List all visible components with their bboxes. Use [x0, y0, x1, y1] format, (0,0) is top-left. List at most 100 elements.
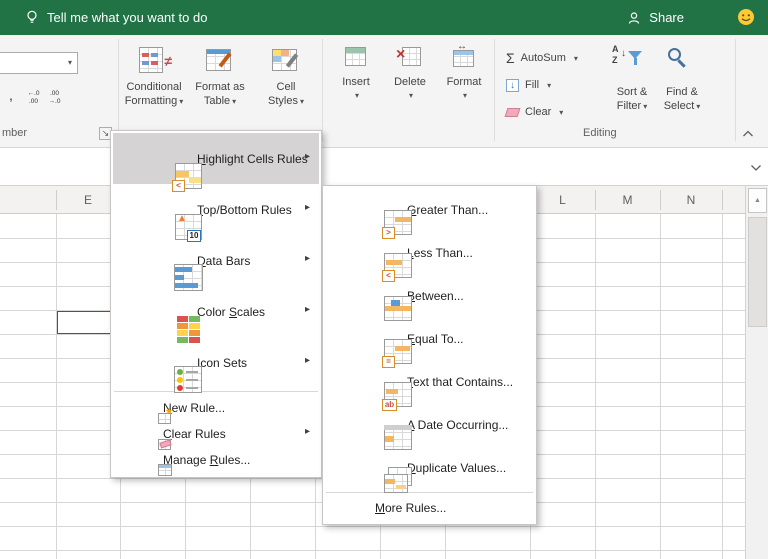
column-header-l[interactable]: L	[530, 186, 595, 214]
chevron-down-icon: ▾	[179, 97, 184, 106]
scroll-up-button[interactable]: ▲	[748, 188, 767, 213]
menu-item-highlight-cells-rules[interactable]: < Highlight Cells Rules ▸	[113, 133, 319, 192]
share-icon	[629, 12, 640, 24]
chevron-down-icon: ▾	[354, 91, 359, 100]
menu-item-label: Color Scales	[197, 304, 266, 319]
group-divider	[322, 39, 323, 141]
gridline	[722, 214, 723, 559]
gridline	[0, 526, 745, 527]
chevron-down-icon: ▾	[696, 102, 701, 111]
menu-item-manage-rules[interactable]: Manage Rules...	[113, 447, 319, 476]
chevron-down-icon: ▾	[299, 97, 304, 106]
number-group-label: mber	[2, 127, 28, 139]
chevron-up-icon	[743, 130, 753, 137]
group-divider	[118, 39, 119, 141]
format-cells-button[interactable]: ↔ Format ▾	[437, 41, 491, 102]
submenu-arrow-icon: ▸	[304, 252, 310, 264]
increase-decimal-button[interactable]: ←.0 .00	[24, 86, 43, 110]
autosum-button[interactable]: Σ AutoSum ▾	[506, 46, 578, 70]
vertical-scrollbar[interactable]: ▲	[745, 186, 768, 559]
smiley-feedback-icon[interactable]	[737, 8, 755, 26]
insert-cells-button[interactable]: Insert ▾	[329, 42, 383, 102]
submenu-item-equal-to[interactable]: = Equal To...	[325, 317, 534, 368]
chevron-down-icon: ▾	[462, 91, 467, 100]
menu-item-label: More Rules...	[375, 501, 447, 515]
cell-styles-icon	[270, 44, 302, 76]
number-format-combo[interactable]: ▾	[0, 52, 78, 74]
gridline	[660, 214, 661, 559]
submenu-item-a-date-occurring[interactable]: A Date Occurring...	[325, 403, 534, 450]
group-divider	[735, 39, 736, 141]
eraser-icon	[504, 107, 521, 117]
duplicate-values-icon	[383, 465, 415, 497]
submenu-item-greater-than[interactable]: > Greater Than...	[325, 188, 534, 239]
icon-sets-icon	[173, 364, 205, 396]
menu-item-label: Greater Than...	[407, 202, 489, 217]
format-as-table-icon	[204, 44, 236, 76]
submenu-arrow-icon: ▸	[304, 426, 310, 437]
chevron-down-icon: ▾	[573, 53, 578, 63]
titlebar: Tell me what you want to do Share	[0, 0, 768, 35]
submenu-item-between[interactable]: Between...	[325, 274, 534, 321]
menu-separator	[114, 391, 318, 392]
submenu-item-duplicate-values[interactable]: Duplicate Values...	[325, 446, 534, 493]
fill-button[interactable]: ↓ Fill ▾	[506, 73, 551, 97]
manage-rules-icon	[157, 461, 173, 477]
chevron-down-icon: ▾	[67, 58, 72, 67]
submenu-item-text-that-contains[interactable]: ab Text that Contains...	[325, 360, 534, 411]
menu-item-label: Manage Rules...	[163, 453, 251, 467]
chevron-down-icon	[751, 165, 761, 171]
conditional-formatting-icon: ≠	[138, 44, 172, 76]
clear-button[interactable]: Clear ▾	[504, 100, 564, 124]
menu-item-label: Between...	[407, 288, 464, 303]
highlight-cells-rules-submenu: > Greater Than... < Less Than... Between…	[322, 185, 537, 525]
cell-styles-button[interactable]: Cell Styles ▾	[254, 38, 318, 144]
column-header-m[interactable]: M	[595, 186, 660, 214]
find-select-icon	[666, 46, 692, 74]
scrollbar-thumb[interactable]	[748, 217, 767, 327]
menu-item-label: Less Than...	[407, 245, 473, 260]
menu-item-icon-sets[interactable]: Icon Sets ▸	[113, 337, 319, 393]
insert-cells-icon	[343, 44, 369, 70]
column-header-separator	[722, 190, 723, 210]
tell-me-box[interactable]: Tell me what you want to do	[47, 0, 207, 35]
find-select-button[interactable]: Find & Select ▾	[650, 85, 714, 114]
formula-bar-expand-button[interactable]	[750, 161, 762, 171]
column-header-separator	[660, 190, 661, 210]
format-as-table-button[interactable]: Format as Table ▾	[188, 38, 252, 144]
conditional-formatting-menu: < Highlight Cells Rules ▸ ▲ 10 Top/Botto…	[110, 130, 322, 478]
group-divider	[494, 39, 495, 141]
menu-item-data-bars[interactable]: Data Bars ▸	[113, 235, 319, 291]
chevron-down-icon: ▾	[408, 91, 413, 100]
menu-item-label: Highlight Cells Rules	[197, 151, 308, 166]
menu-item-clear-rules[interactable]: Clear Rules ▸	[113, 421, 319, 450]
editing-group-label: Editing	[583, 127, 617, 139]
submenu-arrow-icon: ▸	[304, 303, 310, 315]
share-label: Share	[649, 10, 684, 25]
submenu-item-less-than[interactable]: < Less Than...	[325, 231, 534, 282]
menu-item-color-scales[interactable]: Color Scales ▸	[113, 286, 319, 343]
column-header-separator	[56, 190, 57, 210]
decrease-decimal-button[interactable]: .00 →.0	[45, 86, 64, 110]
gridline	[56, 214, 57, 559]
share-button[interactable]: Share	[628, 0, 684, 35]
fill-down-icon: ↓	[506, 78, 519, 92]
menu-item-label: Equal To...	[407, 331, 464, 346]
delete-cells-button[interactable]: × Delete ▾	[383, 42, 437, 102]
menu-item-label: Top/Bottom Rules	[197, 202, 292, 217]
menu-separator	[326, 492, 533, 493]
menu-item-top-bottom-rules[interactable]: ▲ 10 Top/Bottom Rules ▸	[113, 184, 319, 242]
column-header-n[interactable]: N	[660, 186, 722, 214]
chevron-down-icon: ▾	[232, 97, 237, 106]
collapse-ribbon-button[interactable]	[742, 127, 756, 139]
menu-item-label: Duplicate Values...	[407, 460, 507, 475]
chevron-down-icon: ▾	[559, 107, 564, 117]
conditional-formatting-button[interactable]: ≠ Conditional Formatting ▾	[121, 38, 187, 144]
submenu-item-more-rules[interactable]: More Rules...	[325, 496, 534, 520]
comma-style-button[interactable]: ,	[2, 85, 20, 109]
delete-cells-icon: ×	[396, 44, 423, 70]
submenu-arrow-icon: ▸	[304, 201, 310, 213]
menu-item-new-rule[interactable]: ★ New Rule...	[113, 395, 319, 424]
sigma-icon: Σ	[506, 50, 515, 66]
sort-filter-icon: A Z ↓	[612, 44, 642, 76]
